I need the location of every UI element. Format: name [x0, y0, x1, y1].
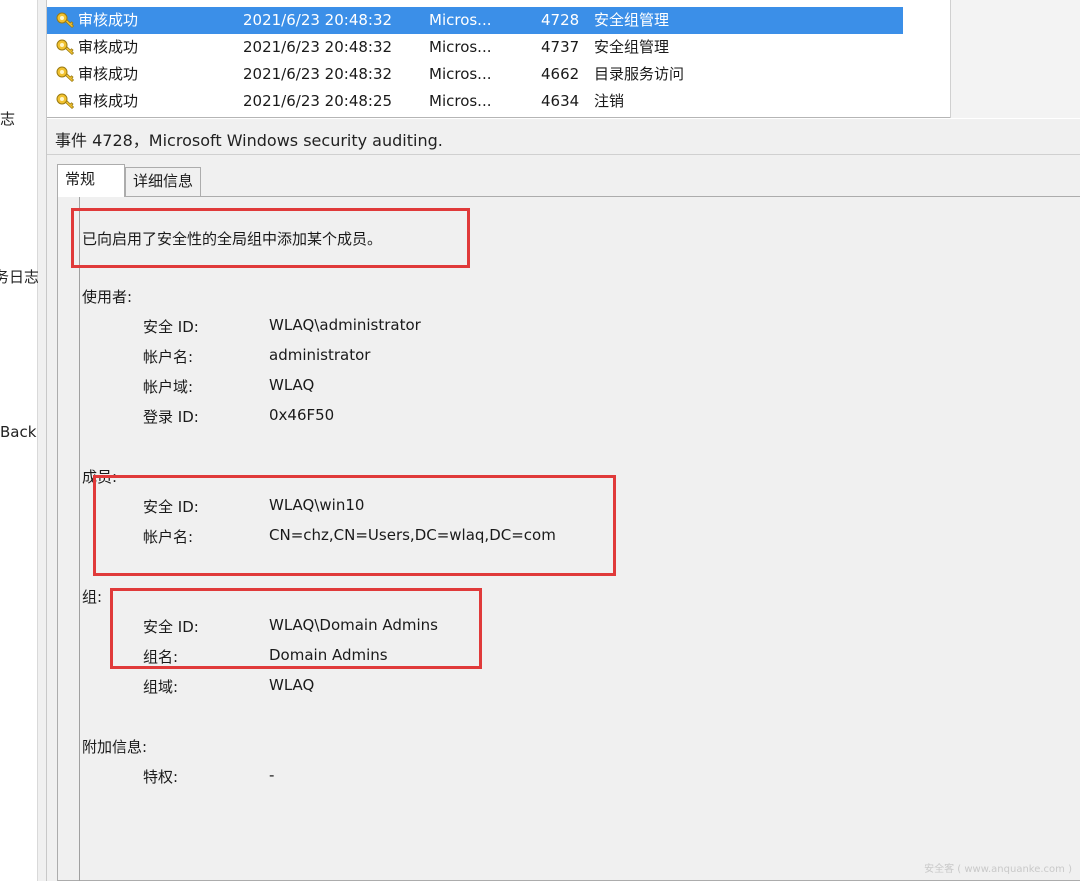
event-keyword: 审核成功: [78, 38, 139, 56]
audit-success-key-icon: [52, 61, 75, 88]
section-heading-additional: 附加信息:: [82, 738, 148, 756]
section-heading-group: 组:: [82, 588, 103, 606]
event-source: Micros...: [429, 38, 492, 56]
event-category: 目录服务访问: [594, 65, 685, 83]
field-value: WLAQ: [269, 376, 315, 394]
section-heading-subject: 使用者:: [82, 288, 133, 306]
field-value: -: [269, 766, 275, 784]
annotation-box-member: [93, 475, 616, 576]
event-category: 安全组管理: [594, 38, 670, 56]
event-id: 4634: [541, 92, 580, 110]
event-keyword: 审核成功: [78, 11, 139, 29]
watermark: 安全客 ( www.anquanke.com ): [924, 864, 1072, 875]
event-keyword: 审核成功: [78, 65, 139, 83]
field-label: 帐户名:: [143, 348, 194, 366]
event-id: 4662: [541, 65, 580, 83]
event-datetime: 2021/6/23 20:48:25: [243, 92, 393, 110]
event-detail-header: 事件 4728，Microsoft Windows security audit…: [47, 119, 1080, 155]
field-label: 帐户域:: [143, 378, 194, 396]
event-list: 审核成功 2021/6/23 20:48:32 Micros... 4728 安…: [47, 0, 1080, 118]
tab-details[interactable]: 详细信息: [125, 167, 201, 196]
field-label: 组域:: [143, 678, 179, 696]
field-value: WLAQ: [269, 676, 315, 694]
field-value: WLAQ\administrator: [269, 316, 421, 334]
list-empty-area: [950, 0, 1080, 118]
event-source: Micros...: [429, 92, 492, 110]
event-id: 4737: [541, 38, 580, 56]
event-datetime: 2021/6/23 20:48:32: [243, 11, 393, 29]
event-source: Micros...: [429, 11, 492, 29]
audit-success-key-icon: [52, 34, 75, 61]
annotation-box-summary: [71, 208, 470, 268]
event-row[interactable]: 审核成功 2021/6/23 20:48:32 Micros... 4737 安…: [47, 34, 903, 61]
annotation-box-group: [110, 588, 482, 669]
audit-success-key-icon: [52, 7, 75, 34]
event-datetime: 2021/6/23 20:48:32: [243, 65, 393, 83]
nav-fragment[interactable]: Back: [0, 423, 36, 441]
event-row[interactable]: 审核成功 2021/6/23 20:48:32 Micros... 4662 目…: [47, 61, 903, 88]
event-keyword: 审核成功: [78, 92, 139, 110]
event-category: 安全组管理: [594, 11, 670, 29]
event-id: 4728: [541, 11, 580, 29]
event-row[interactable]: 审核成功 2021/6/23 20:48:32 Micros... 4728 安…: [47, 7, 903, 34]
field-label: 安全 ID:: [143, 318, 199, 336]
navigation-pane: 志 务日志 Back: [0, 0, 39, 881]
field-label: 登录 ID:: [143, 408, 199, 426]
field-value: 0x46F50: [269, 406, 335, 424]
pane-splitter[interactable]: [38, 0, 47, 881]
field-value: administrator: [269, 346, 371, 364]
event-source: Micros...: [429, 65, 492, 83]
event-datetime: 2021/6/23 20:48:32: [243, 38, 393, 56]
audit-success-key-icon: [52, 88, 75, 115]
event-row[interactable]: 审核成功 2021/6/23 20:48:25 Micros... 4634 注…: [47, 88, 903, 115]
nav-fragment[interactable]: 志: [0, 108, 15, 129]
field-label: 特权:: [143, 768, 179, 786]
nav-fragment[interactable]: 务日志: [0, 266, 39, 287]
tab-general[interactable]: 常规: [57, 164, 125, 197]
event-detail-title: 事件 4728，Microsoft Windows security audit…: [55, 131, 443, 150]
event-category: 注销: [594, 92, 625, 110]
